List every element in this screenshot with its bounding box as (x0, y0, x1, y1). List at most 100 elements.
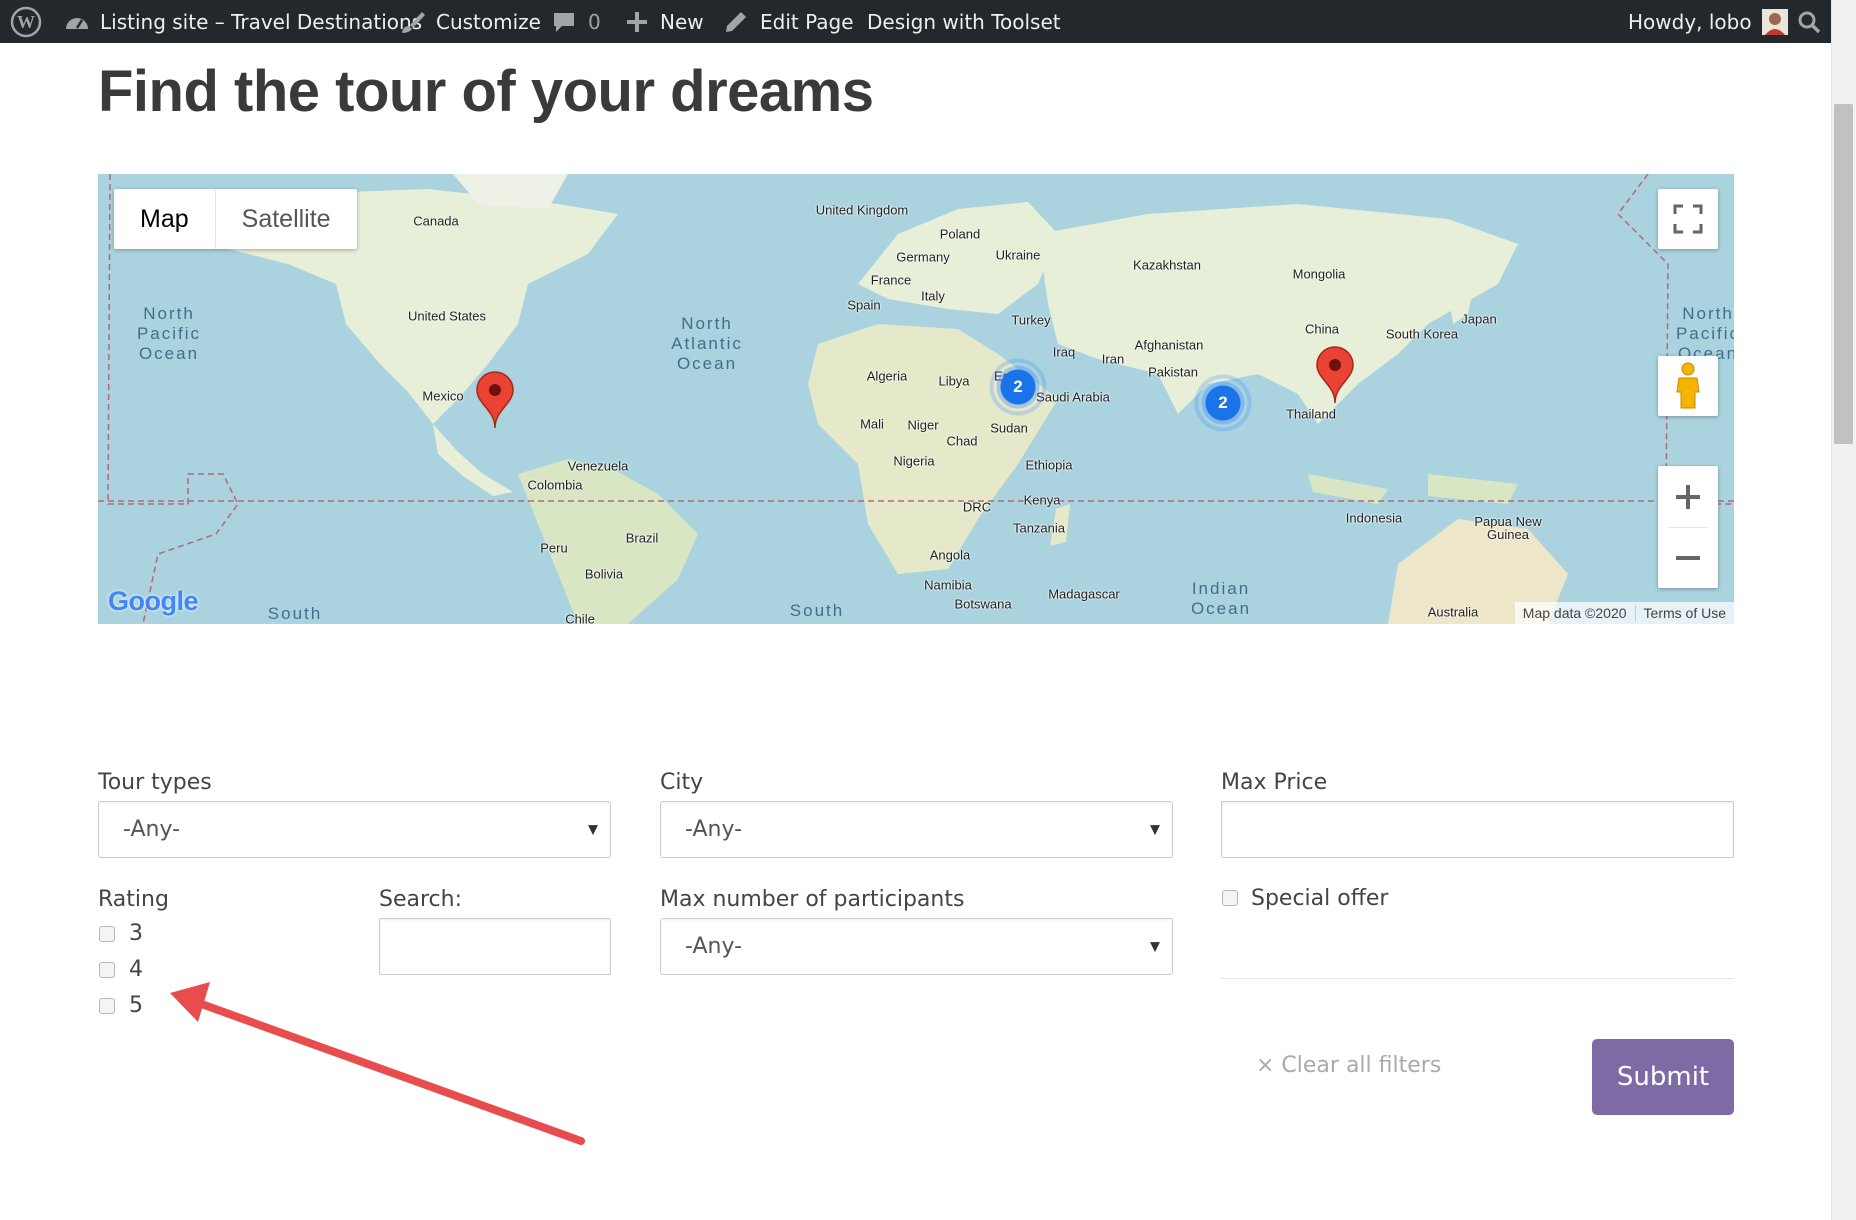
map-cluster[interactable]: 2 (1191, 371, 1255, 435)
zoom-control (1658, 466, 1718, 588)
map-data-label: Map data ©2020 (1522, 605, 1627, 621)
clear-filters-link[interactable]: × Clear all filters (1256, 1053, 1441, 1078)
country-label: Iran (1101, 351, 1125, 367)
customize-label: Customize (436, 9, 541, 34)
page-scrollbar-thumb[interactable] (1834, 104, 1853, 444)
country-label: Iraq (1052, 344, 1076, 360)
country-label: Australia (1427, 604, 1479, 620)
submit-button[interactable]: Submit (1592, 1039, 1734, 1115)
country-label: Venezuela (567, 458, 629, 474)
country-label: Tanzania (1012, 520, 1066, 536)
ocean-label: South (789, 601, 845, 620)
max-price-input[interactable] (1221, 801, 1734, 858)
map-cluster[interactable]: 2 (986, 355, 1050, 419)
zoom-out-button[interactable] (1658, 527, 1718, 588)
country-label: Botswana (954, 596, 1012, 612)
tour-types-select[interactable]: -Any- ▼ (98, 801, 611, 858)
minus-icon (1676, 555, 1700, 560)
country-label: Mexico (422, 388, 464, 404)
country-label: Papua New Guinea (1474, 514, 1542, 542)
tour-types-value: -Any- (123, 817, 181, 842)
country-label: Mongolia (1292, 266, 1346, 282)
ocean-label: North Pacific Ocean (1675, 304, 1734, 363)
country-label: Kazakhstan (1133, 257, 1201, 273)
country-label: United States (407, 308, 487, 324)
participants-value: -Any- (685, 934, 743, 959)
city-label: City (660, 770, 704, 795)
tour-types-label: Tour types (98, 770, 212, 795)
google-map[interactable]: North Pacific Ocean North Atlantic Ocean… (98, 174, 1734, 624)
country-label: Canada (413, 213, 459, 229)
country-label: Afghanistan (1134, 337, 1204, 353)
country-label: Niger (907, 417, 939, 433)
account-menu[interactable]: Howdy, lobo (1628, 0, 1788, 43)
search-input[interactable] (379, 918, 611, 975)
country-label: Peru (540, 540, 568, 556)
map-marker-icon[interactable] (475, 370, 515, 430)
country-label: France (870, 272, 912, 288)
search-icon[interactable] (1797, 0, 1821, 43)
wordpress-logo-icon[interactable]: W (10, 0, 42, 43)
new-content-menu[interactable]: New (626, 0, 704, 43)
rating-5-label: 5 (129, 993, 143, 1018)
map-type-map-button[interactable]: Map (114, 189, 216, 249)
avatar (1761, 8, 1788, 35)
city-select[interactable]: -Any- ▼ (660, 801, 1173, 858)
country-label: Sudan (990, 420, 1028, 436)
brush-icon (400, 10, 426, 34)
map-type-satellite-button[interactable]: Satellite (216, 189, 357, 249)
rating-3-checkbox[interactable] (99, 926, 115, 942)
country-label: Pakistan (1148, 364, 1198, 380)
country-label: Chad (946, 433, 978, 449)
country-label: Indonesia (1345, 510, 1403, 526)
edit-page-link[interactable]: Edit Page (724, 0, 854, 43)
participants-select[interactable]: -Any- ▼ (660, 918, 1173, 975)
svg-text:W: W (17, 12, 35, 32)
comments-link[interactable]: 0 (552, 0, 601, 43)
design-with-toolset-link[interactable]: Design with Toolset (867, 0, 1061, 43)
customize-link[interactable]: Customize (400, 0, 541, 43)
rating-4-checkbox[interactable] (99, 962, 115, 978)
google-logo: Google (108, 586, 199, 616)
dashboard-icon (64, 11, 90, 33)
country-label: Angola (929, 547, 971, 563)
rating-label: Rating (98, 887, 169, 912)
country-label: Kenya (1023, 492, 1061, 508)
special-offer-label: Special offer (1251, 886, 1389, 911)
terms-of-use-link[interactable]: Terms of Use (1634, 605, 1734, 621)
rating-3-label: 3 (129, 921, 143, 946)
country-label: Germany (896, 249, 950, 265)
divider (1221, 978, 1734, 979)
toolset-label: Design with Toolset (867, 9, 1061, 34)
fullscreen-button[interactable] (1658, 189, 1718, 249)
country-label: Japan (1461, 311, 1497, 327)
country-label: Madagascar (1048, 586, 1120, 602)
page-title: Find the tour of your dreams (98, 59, 874, 124)
country-label: Bolivia (584, 566, 624, 582)
country-label: Brazil (625, 530, 659, 546)
country-label: China (1305, 321, 1339, 337)
search-label: Search: (379, 887, 462, 912)
plus-icon (626, 11, 648, 33)
ocean-label: North Atlantic Ocean (671, 314, 743, 373)
ocean-label: Indian Ocean (1190, 579, 1252, 618)
special-offer-checkbox[interactable] (1222, 890, 1238, 906)
street-view-button[interactable] (1658, 356, 1718, 416)
participants-label: Max number of participants (660, 887, 965, 912)
country-label: Namibia (924, 577, 972, 593)
rating-5-checkbox[interactable] (99, 998, 115, 1014)
pegman-icon (1676, 362, 1700, 409)
country-label: Libya (938, 373, 970, 389)
chevron-down-icon: ▼ (1150, 939, 1160, 954)
zoom-in-button[interactable] (1658, 466, 1718, 527)
cluster-count: 2 (1218, 393, 1228, 412)
map-type-control: Map Satellite (114, 189, 357, 249)
country-label: Chile (565, 611, 595, 625)
country-label: South Korea (1385, 326, 1459, 342)
map-marker-icon[interactable] (1315, 345, 1355, 405)
ocean-label: South (267, 604, 323, 623)
site-name-menu[interactable]: Listing site – Travel Destinations (64, 0, 422, 43)
howdy-label: Howdy, lobo (1628, 9, 1752, 34)
rating-4-label: 4 (129, 957, 143, 982)
country-label: Colombia (527, 477, 583, 493)
